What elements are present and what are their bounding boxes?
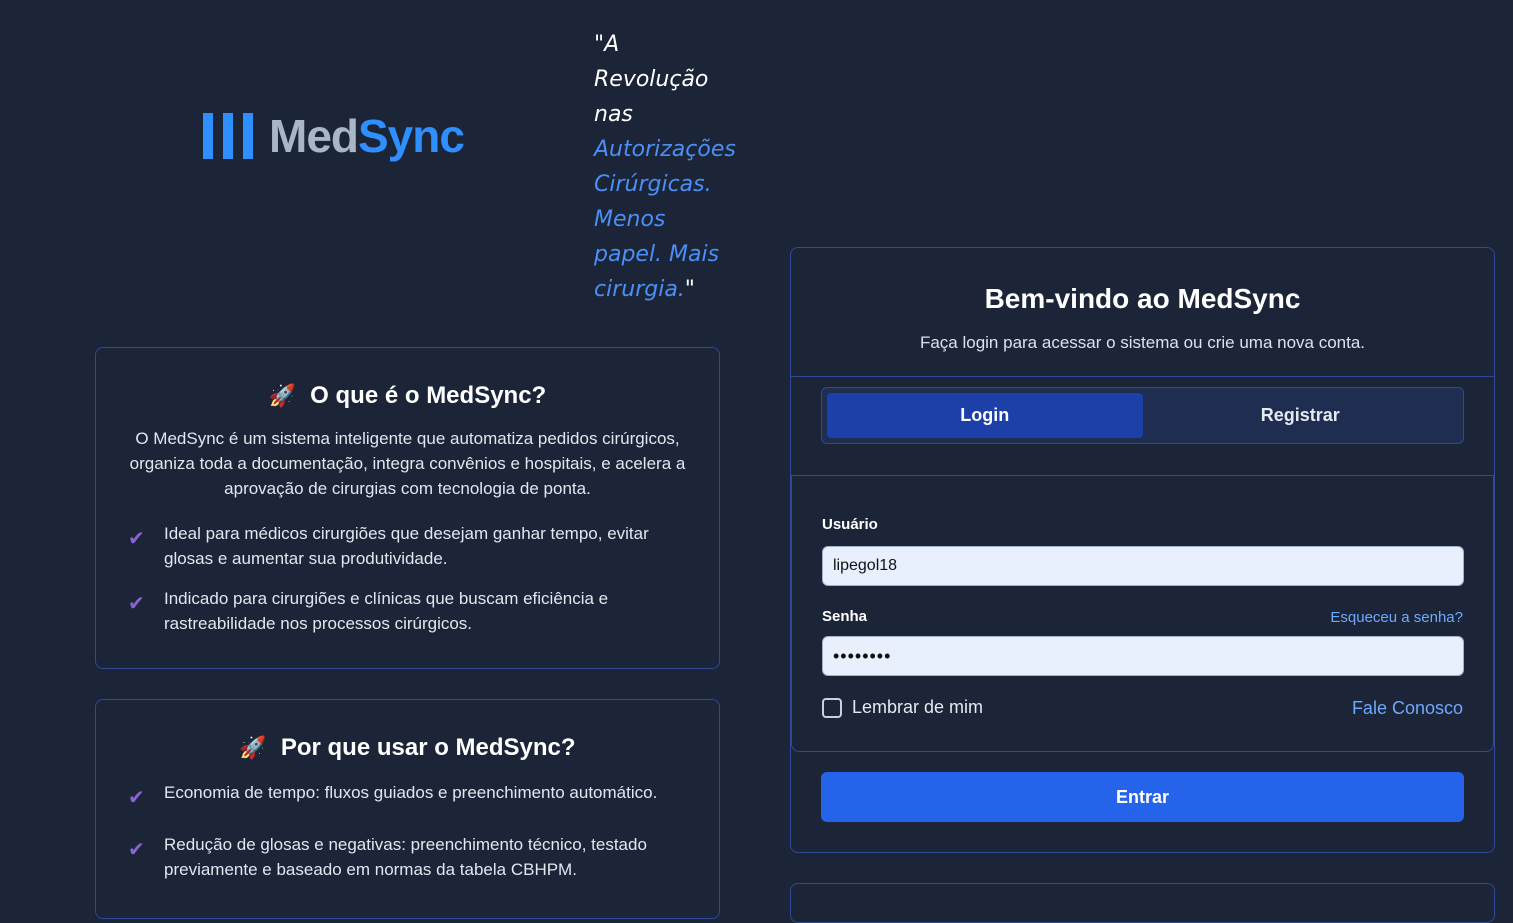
about-description: O MedSync é um sistema inteligente que a… (129, 429, 686, 498)
about-title-text: O que é o MedSync? (310, 382, 547, 409)
password-field[interactable] (822, 636, 1464, 676)
about-title: 🚀 O que é o MedSync? (128, 382, 687, 410)
why-list: ✔ Economia de tempo: fluxos guiados e pr… (128, 780, 687, 882)
logo-wordmark: MedSync (269, 110, 465, 162)
why-title: 🚀 Por que usar o MedSync? (128, 734, 687, 762)
why-card: 🚀 Por que usar o MedSync? ✔ Economia de … (95, 699, 720, 919)
password-label: Senha (822, 608, 868, 625)
three-bars-icon (203, 113, 253, 159)
tagline-highlight: Autorizações Cirúrgicas. Menos papel. Ma… (594, 137, 736, 302)
check-icon: ✔ (128, 839, 145, 861)
tab-login[interactable]: Login (827, 393, 1143, 438)
username-label: Usuário (822, 516, 878, 533)
medsync-logo: MedSync (203, 110, 465, 162)
list-item: ✔ Redução de glosas e negativas: preench… (128, 832, 687, 882)
tagline-open: "A Revolução nas (594, 32, 709, 127)
auth-tabs: Login Registrar (821, 387, 1464, 444)
check-icon: ✔ (128, 528, 145, 550)
list-item: ✔ Indicado para cirurgiões e clínicas qu… (128, 586, 687, 636)
list-item-text: Indicado para cirurgiões e clínicas que … (164, 589, 609, 633)
contact-link[interactable]: Fale Conosco (1352, 698, 1463, 719)
rocket-icon: 🚀 (239, 735, 267, 760)
tagline-close: " (684, 277, 695, 302)
about-card: 🚀 O que é o MedSync? O MedSync é um sist… (95, 347, 720, 669)
list-item-text: Economia de tempo: fluxos guiados e pree… (164, 783, 658, 802)
login-subtitle: Faça login para acessar o sistema ou cri… (919, 333, 1366, 352)
next-card (790, 883, 1495, 923)
remember-label: Lembrar de mim (852, 697, 984, 717)
logo-sync: Sync (358, 110, 465, 162)
about-list: ✔ Ideal para médicos cirurgiões que dese… (128, 521, 687, 636)
login-title: Bem-vindo ao MedSync (984, 283, 1301, 314)
list-item-text: Redução de glosas e negativas: preenchim… (164, 835, 647, 879)
login-form: Usuário Senha Esqueceu a senha? Lembrar … (791, 475, 1494, 752)
why-title-text: Por que usar o MedSync? (280, 734, 576, 761)
login-card: Bem-vindo ao MedSync Faça login para ace… (790, 247, 1495, 853)
tagline: "A Revolução nas Autorizações Cirúrgicas… (594, 27, 736, 307)
rocket-icon: 🚀 (268, 383, 297, 408)
list-item: ✔ Ideal para médicos cirurgiões que dese… (128, 521, 687, 571)
logo-med: Med (269, 110, 359, 162)
remember-me[interactable]: Lembrar de mim (822, 697, 983, 718)
submit-button[interactable]: Entrar (821, 772, 1464, 822)
list-item: ✔ Economia de tempo: fluxos guiados e pr… (128, 780, 687, 811)
check-icon: ✔ (128, 787, 145, 809)
username-field[interactable] (822, 546, 1464, 586)
list-item-text: Ideal para médicos cirurgiões que deseja… (164, 524, 649, 568)
divider (791, 376, 1494, 377)
forgot-password-link[interactable]: Esqueceu a senha? (1330, 609, 1463, 626)
check-icon: ✔ (128, 593, 145, 615)
remember-checkbox[interactable] (822, 697, 842, 718)
tab-register[interactable]: Registrar (1143, 393, 1459, 438)
